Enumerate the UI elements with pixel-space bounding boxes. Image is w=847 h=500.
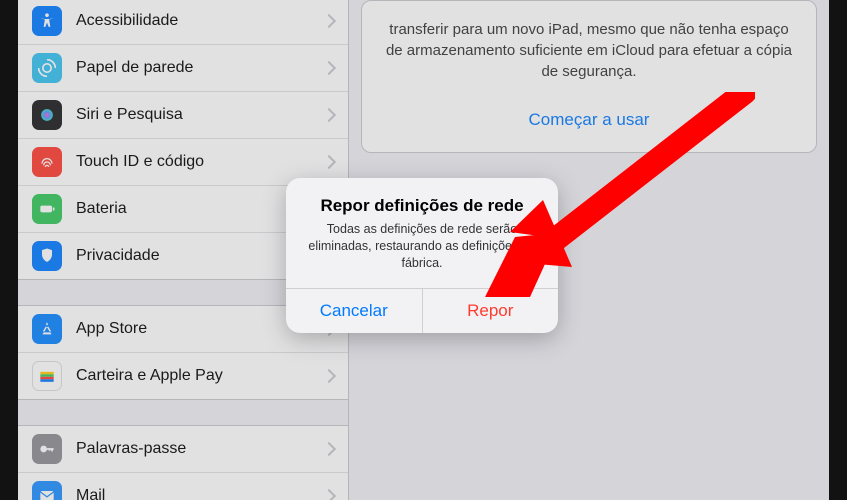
sidebar-item-passwords[interactable]: Palavras-passe (18, 426, 348, 473)
appstore-icon (32, 314, 62, 344)
accessibility-icon (32, 6, 62, 36)
sidebar-item-wallpaper[interactable]: Papel de parede (18, 45, 348, 92)
siri-icon (32, 100, 62, 130)
alert-message: Todas as definições de rede serão elimin… (302, 221, 542, 272)
sidebar-item-siri[interactable]: Siri e Pesquisa (18, 92, 348, 139)
card-description: transferir para um novo iPad, mesmo que … (384, 19, 794, 82)
wallpaper-icon (32, 53, 62, 83)
sidebar-item-label: Touch ID e código (76, 153, 204, 171)
sidebar-item-label: Acessibilidade (76, 12, 178, 30)
battery-icon (32, 194, 62, 224)
reset-button[interactable]: Repor (423, 289, 559, 333)
wallet-icon (32, 361, 62, 391)
sidebar-item-wallet[interactable]: Carteira e Apple Pay (18, 353, 348, 399)
sidebar-item-label: Palavras-passe (76, 440, 186, 458)
sidebar-item-label: Mail (76, 487, 105, 500)
passwords-icon (32, 434, 62, 464)
prepare-ipad-card: transferir para um novo iPad, mesmo que … (361, 0, 817, 153)
sidebar-item-label: Privacidade (76, 247, 160, 265)
sidebar-item-accessibility[interactable]: Acessibilidade (18, 0, 348, 45)
touchid-icon (32, 147, 62, 177)
device-bezel-right (829, 0, 847, 500)
alert-title: Repor definições de rede (302, 196, 542, 216)
alert-buttons: Cancelar Repor (286, 288, 558, 333)
sidebar-item-label: App Store (76, 320, 147, 338)
privacy-icon (32, 241, 62, 271)
reset-network-alert: Repor definições de rede Todas as defini… (286, 178, 558, 333)
device-bezel-left (0, 0, 18, 500)
sidebar-item-label: Siri e Pesquisa (76, 106, 183, 124)
sidebar-group-accounts: Palavras-passe Mail (18, 425, 348, 500)
alert-body: Repor definições de rede Todas as defini… (286, 178, 558, 288)
sidebar-item-mail[interactable]: Mail (18, 473, 348, 500)
sidebar-item-label: Carteira e Apple Pay (76, 367, 223, 385)
get-started-link[interactable]: Começar a usar (384, 110, 794, 130)
sidebar-item-label: Papel de parede (76, 59, 193, 77)
sidebar-item-label: Bateria (76, 200, 127, 218)
mail-icon (32, 481, 62, 500)
cancel-button[interactable]: Cancelar (286, 289, 423, 333)
